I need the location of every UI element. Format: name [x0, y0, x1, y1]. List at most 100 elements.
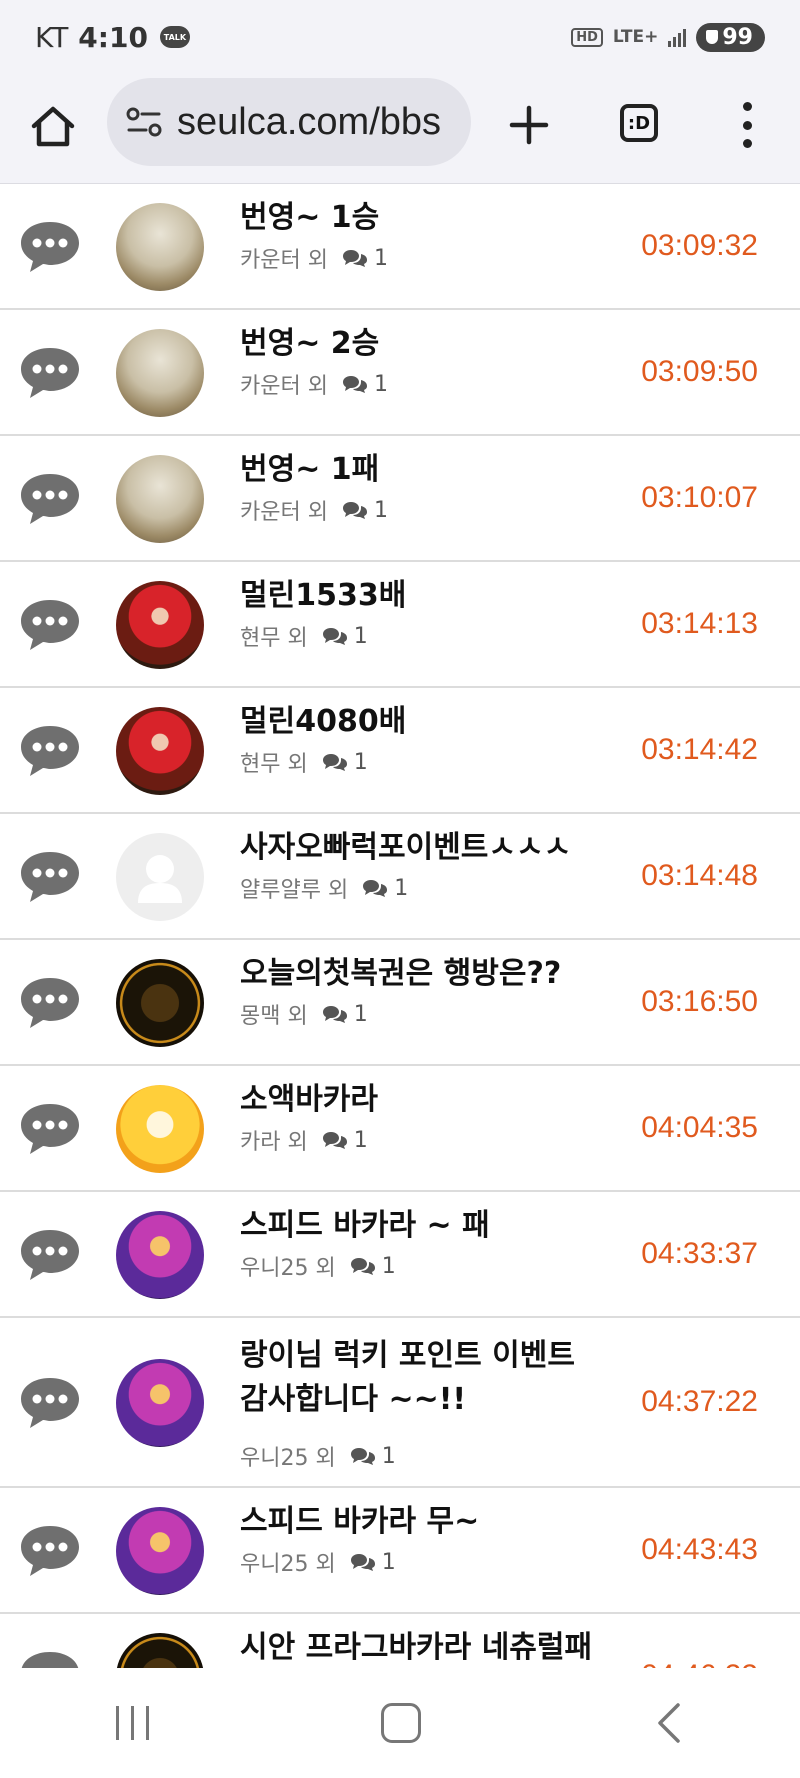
list-item[interactable]: 스피드 바카라 무~ 우니25 외 1 04:43:43	[0, 1488, 800, 1614]
hd-voice-icon: HD	[571, 27, 603, 47]
battery-icon: 99	[696, 22, 765, 52]
post-meta: 현무 외 1	[240, 746, 368, 778]
post-author: 카라 외	[240, 1130, 308, 1155]
list-item[interactable]: 소액바카라카라 외 1 04:04:35	[0, 1066, 800, 1192]
comment-count: 1	[353, 623, 368, 649]
home-icon[interactable]	[28, 102, 78, 152]
post-title[interactable]: 멀린4080배	[240, 696, 406, 740]
list-item[interactable]: 사자오빠럭포이벤트ㅅㅅㅅ 얄루얄루 외 1 03:14:48	[0, 814, 800, 940]
post-title[interactable]: 사자오빠럭포이벤트ㅅㅅㅅ	[240, 822, 571, 866]
post-meta: 우니25 외 1	[240, 1250, 396, 1282]
post-author: 몽맥 외	[240, 1004, 308, 1029]
post-author: 카운터 외	[240, 374, 328, 399]
list-item[interactable]: 번영~ 2승 카운터 외 1 03:09:50	[0, 310, 800, 436]
comments-icon	[322, 628, 347, 645]
comment-count: 1	[353, 1001, 368, 1027]
post-time: 04:04:35	[641, 1111, 758, 1144]
post-title[interactable]: 랑이님 럭키 포인트 이벤트 감사합니다 ~~!!	[240, 1334, 610, 1422]
shield-icon	[706, 30, 719, 44]
status-bar: KT 4:10 TALK HD LTE+ 99	[0, 0, 800, 74]
site-settings-icon[interactable]	[125, 103, 163, 141]
post-time: 03:10:07	[641, 481, 758, 514]
list-item[interactable]: 랑이님 럭키 포인트 이벤트 감사합니다 ~~!! 우니25 외 1 04:37:22	[0, 1318, 800, 1488]
chat-bubble-icon	[21, 474, 79, 524]
post-title[interactable]: 스피드 바카라 무~	[240, 1496, 479, 1540]
post-author: 카운터 외	[240, 500, 328, 525]
post-meta: 우니25 외 1	[240, 1546, 396, 1578]
post-title[interactable]: 소액바카라	[240, 1074, 378, 1118]
chat-bubble-icon	[21, 1652, 79, 1668]
avatar	[116, 707, 204, 795]
post-title[interactable]: 번영~ 1승	[240, 192, 379, 236]
address-bar[interactable]: seulca.com/bbs	[107, 78, 471, 166]
list-item[interactable]: 시안 프라그바카라 네츄럴패 04:46:22	[0, 1614, 800, 1668]
comment-count: 1	[381, 1253, 396, 1279]
avatar	[116, 1359, 204, 1447]
post-title[interactable]: 시안 프라그바카라 네츄럴패	[240, 1622, 592, 1666]
comments-icon	[322, 1132, 347, 1149]
post-time: 03:14:48	[641, 859, 758, 892]
recent-apps-icon[interactable]	[116, 1706, 150, 1740]
lte-icon: LTE+	[612, 27, 659, 47]
comments-icon	[342, 250, 367, 267]
post-title[interactable]: 오늘의첫복권은 행방은??	[240, 948, 561, 992]
avatar	[116, 959, 204, 1047]
comments-icon	[342, 376, 367, 393]
home-nav-icon[interactable]	[381, 1703, 422, 1743]
post-author: 우니25 외	[240, 1256, 336, 1281]
post-time: 04:46:22	[641, 1659, 758, 1668]
tabs-button[interactable]: :D	[620, 104, 658, 142]
avatar	[116, 329, 204, 417]
list-item[interactable]: 번영~ 1패카운터 외 1 03:10:07	[0, 436, 800, 562]
chat-bubble-icon	[21, 726, 79, 776]
avatar	[116, 1211, 204, 1299]
plus-icon[interactable]	[508, 104, 550, 146]
post-meta: 카운터 외 1	[240, 494, 388, 526]
comments-icon	[350, 1258, 375, 1275]
more-menu-icon[interactable]	[740, 102, 754, 148]
chat-bubble-icon	[21, 852, 79, 902]
chat-bubble-icon	[21, 1378, 79, 1428]
carrier-label: KT	[35, 20, 69, 54]
post-time: 03:16:50	[641, 985, 758, 1018]
back-icon[interactable]	[654, 1701, 684, 1745]
list-item[interactable]: 멀린1533배 현무 외 1 03:14:13	[0, 562, 800, 688]
post-title[interactable]: 번영~ 2승	[240, 318, 379, 362]
comments-icon	[322, 1006, 347, 1023]
post-author: 현무 외	[240, 752, 308, 777]
post-meta: 카라 외 1	[240, 1124, 368, 1156]
post-title[interactable]: 스피드 바카라 ~ 패	[240, 1200, 490, 1244]
url-text[interactable]: seulca.com/bbs	[177, 101, 441, 144]
avatar	[116, 203, 204, 291]
post-author: 얄루얄루 외	[240, 878, 349, 903]
list-item[interactable]: 오늘의첫복권은 행방은?? 몽맥 외 1 03:16:50	[0, 940, 800, 1066]
comment-count: 1	[353, 749, 368, 775]
post-author: 카운터 외	[240, 248, 328, 273]
avatar	[116, 1633, 204, 1668]
signal-icon	[668, 27, 687, 47]
browser-toolbar: seulca.com/bbs :D	[0, 74, 800, 184]
post-title[interactable]: 멀린1533배	[240, 570, 406, 614]
status-icons: HD LTE+ 99	[571, 22, 765, 52]
avatar	[116, 833, 204, 921]
comment-count: 1	[381, 1443, 396, 1469]
chat-bubble-icon	[21, 348, 79, 398]
clock: 4:10	[78, 20, 148, 54]
post-title[interactable]: 번영~ 1패	[240, 444, 379, 488]
default-user-icon	[138, 855, 182, 903]
post-meta: 현무 외 1	[240, 620, 368, 652]
post-author: 우니25 외	[240, 1552, 336, 1577]
post-meta: 몽맥 외 1	[240, 998, 368, 1030]
comment-count: 1	[373, 371, 388, 397]
list-item[interactable]: 번영~ 1승 카운터 외 1 03:09:32	[0, 184, 800, 310]
post-author: 우니25 외	[240, 1446, 336, 1471]
post-author: 현무 외	[240, 626, 308, 651]
avatar	[116, 455, 204, 543]
system-nav-bar	[0, 1668, 800, 1778]
post-meta: 우니25 외 1	[240, 1440, 396, 1472]
avatar	[116, 1507, 204, 1595]
comment-count: 1	[373, 245, 388, 271]
list-item[interactable]: 멀린4080배 현무 외 1 03:14:42	[0, 688, 800, 814]
list-item[interactable]: 스피드 바카라 ~ 패 우니25 외 1 04:33:37	[0, 1192, 800, 1318]
post-list: 번영~ 1승 카운터 외 1 03:09:32 번영~ 2승 카운터 외 1 03:09:5…	[0, 184, 800, 1668]
